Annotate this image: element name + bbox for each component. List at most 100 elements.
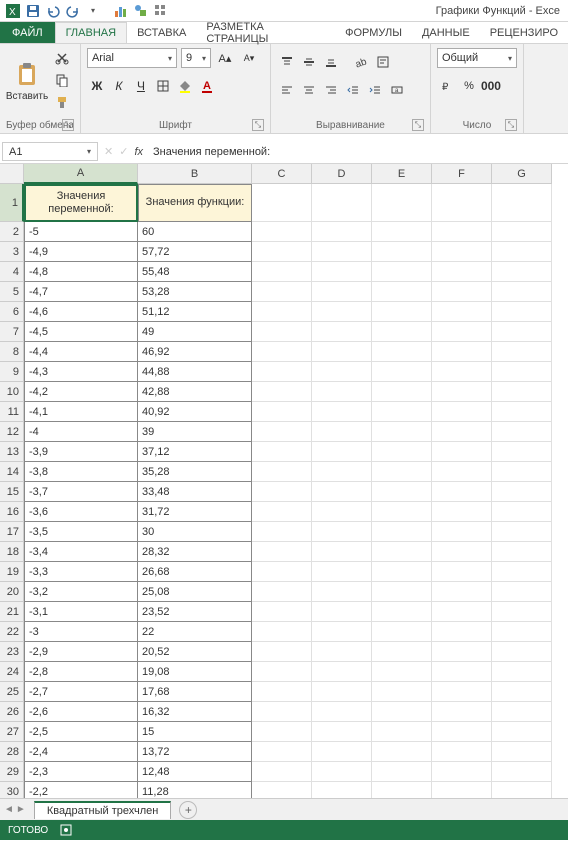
empty-cell[interactable] [312, 662, 372, 682]
row-header[interactable]: 23 [0, 642, 24, 662]
empty-cell[interactable] [372, 382, 432, 402]
empty-cell[interactable] [492, 702, 552, 722]
empty-cell[interactable] [312, 562, 372, 582]
data-cell[interactable]: 35,28 [138, 462, 252, 482]
orientation-icon[interactable]: ab [351, 52, 371, 72]
wrap-text-icon[interactable] [373, 52, 393, 72]
row-header[interactable]: 22 [0, 622, 24, 642]
empty-cell[interactable] [372, 402, 432, 422]
empty-cell[interactable] [312, 522, 372, 542]
tab-data[interactable]: ДАННЫЕ [412, 22, 480, 43]
empty-cell[interactable] [492, 642, 552, 662]
clipboard-launcher-icon[interactable]: ⤡ [62, 119, 74, 131]
empty-cell[interactable] [372, 282, 432, 302]
column-header[interactable]: F [432, 164, 492, 184]
empty-cell[interactable] [252, 322, 312, 342]
empty-cell[interactable] [492, 542, 552, 562]
empty-cell[interactable] [432, 522, 492, 542]
tab-page-layout[interactable]: РАЗМЕТКА СТРАНИЦЫ [196, 22, 335, 43]
data-cell[interactable]: 42,88 [138, 382, 252, 402]
empty-cell[interactable] [372, 662, 432, 682]
data-cell[interactable]: -3,6 [24, 502, 138, 522]
data-cell[interactable]: -3,3 [24, 562, 138, 582]
font-name-combo[interactable]: Arial▾ [87, 48, 177, 68]
data-cell[interactable]: 25,08 [138, 582, 252, 602]
empty-cell[interactable] [312, 242, 372, 262]
macro-record-icon[interactable] [60, 824, 72, 836]
data-cell[interactable]: 12,48 [138, 762, 252, 782]
empty-cell[interactable] [312, 642, 372, 662]
empty-cell[interactable] [312, 682, 372, 702]
empty-cell[interactable] [372, 782, 432, 798]
row-header[interactable]: 11 [0, 402, 24, 422]
data-cell[interactable]: 31,72 [138, 502, 252, 522]
bold-button[interactable]: Ж [87, 76, 107, 96]
data-cell[interactable]: -4,1 [24, 402, 138, 422]
grid-shortcut-icon[interactable] [152, 2, 170, 20]
empty-cell[interactable] [492, 502, 552, 522]
empty-cell[interactable] [492, 742, 552, 762]
row-header[interactable]: 14 [0, 462, 24, 482]
empty-cell[interactable] [372, 242, 432, 262]
data-cell[interactable]: -3,9 [24, 442, 138, 462]
row-header[interactable]: 26 [0, 702, 24, 722]
empty-cell[interactable] [432, 442, 492, 462]
data-cell[interactable]: -5 [24, 222, 138, 242]
row-header[interactable]: 13 [0, 442, 24, 462]
row-header[interactable]: 29 [0, 762, 24, 782]
empty-cell[interactable] [372, 422, 432, 442]
row-header[interactable]: 3 [0, 242, 24, 262]
empty-cell[interactable] [252, 362, 312, 382]
empty-cell[interactable] [312, 302, 372, 322]
decrease-indent-icon[interactable] [343, 80, 363, 100]
font-launcher-icon[interactable]: ⤡ [252, 119, 264, 131]
increase-indent-icon[interactable] [365, 80, 385, 100]
empty-cell[interactable] [252, 302, 312, 322]
empty-cell[interactable] [312, 762, 372, 782]
empty-cell[interactable] [432, 322, 492, 342]
borders-icon[interactable] [153, 76, 173, 96]
data-cell[interactable]: -3 [24, 622, 138, 642]
cancel-formula-icon[interactable]: ✕ [104, 145, 113, 158]
redo-icon[interactable] [64, 2, 82, 20]
row-header[interactable]: 9 [0, 362, 24, 382]
empty-cell[interactable] [372, 302, 432, 322]
empty-cell[interactable] [372, 622, 432, 642]
empty-cell[interactable] [252, 602, 312, 622]
empty-cell[interactable] [252, 682, 312, 702]
data-cell[interactable]: 16,32 [138, 702, 252, 722]
table-header-cell[interactable]: Значения функции: [138, 184, 252, 222]
empty-cell[interactable] [312, 602, 372, 622]
fill-color-icon[interactable] [175, 76, 195, 96]
empty-cell[interactable] [252, 662, 312, 682]
data-cell[interactable]: 28,32 [138, 542, 252, 562]
name-box[interactable]: A1▾ [2, 142, 98, 161]
empty-cell[interactable] [432, 462, 492, 482]
empty-cell[interactable] [372, 222, 432, 242]
empty-cell[interactable] [252, 382, 312, 402]
empty-cell[interactable] [252, 742, 312, 762]
column-header[interactable]: D [312, 164, 372, 184]
empty-cell[interactable] [312, 282, 372, 302]
empty-cell[interactable] [312, 442, 372, 462]
row-header[interactable]: 6 [0, 302, 24, 322]
sheet-nav-next-icon[interactable]: ► [16, 804, 26, 815]
empty-cell[interactable] [372, 722, 432, 742]
data-cell[interactable]: -4,7 [24, 282, 138, 302]
empty-cell[interactable] [492, 602, 552, 622]
row-header[interactable]: 19 [0, 562, 24, 582]
empty-cell[interactable] [372, 762, 432, 782]
empty-cell[interactable] [252, 342, 312, 362]
currency-icon[interactable]: ₽ [437, 76, 457, 96]
empty-cell[interactable] [252, 282, 312, 302]
empty-cell[interactable] [432, 482, 492, 502]
empty-cell[interactable] [432, 502, 492, 522]
empty-cell[interactable] [312, 262, 372, 282]
empty-cell[interactable] [252, 502, 312, 522]
empty-cell[interactable] [492, 582, 552, 602]
empty-cell[interactable] [492, 422, 552, 442]
empty-cell[interactable] [432, 682, 492, 702]
empty-cell[interactable] [372, 322, 432, 342]
empty-cell[interactable] [312, 582, 372, 602]
align-left-icon[interactable] [277, 80, 297, 100]
